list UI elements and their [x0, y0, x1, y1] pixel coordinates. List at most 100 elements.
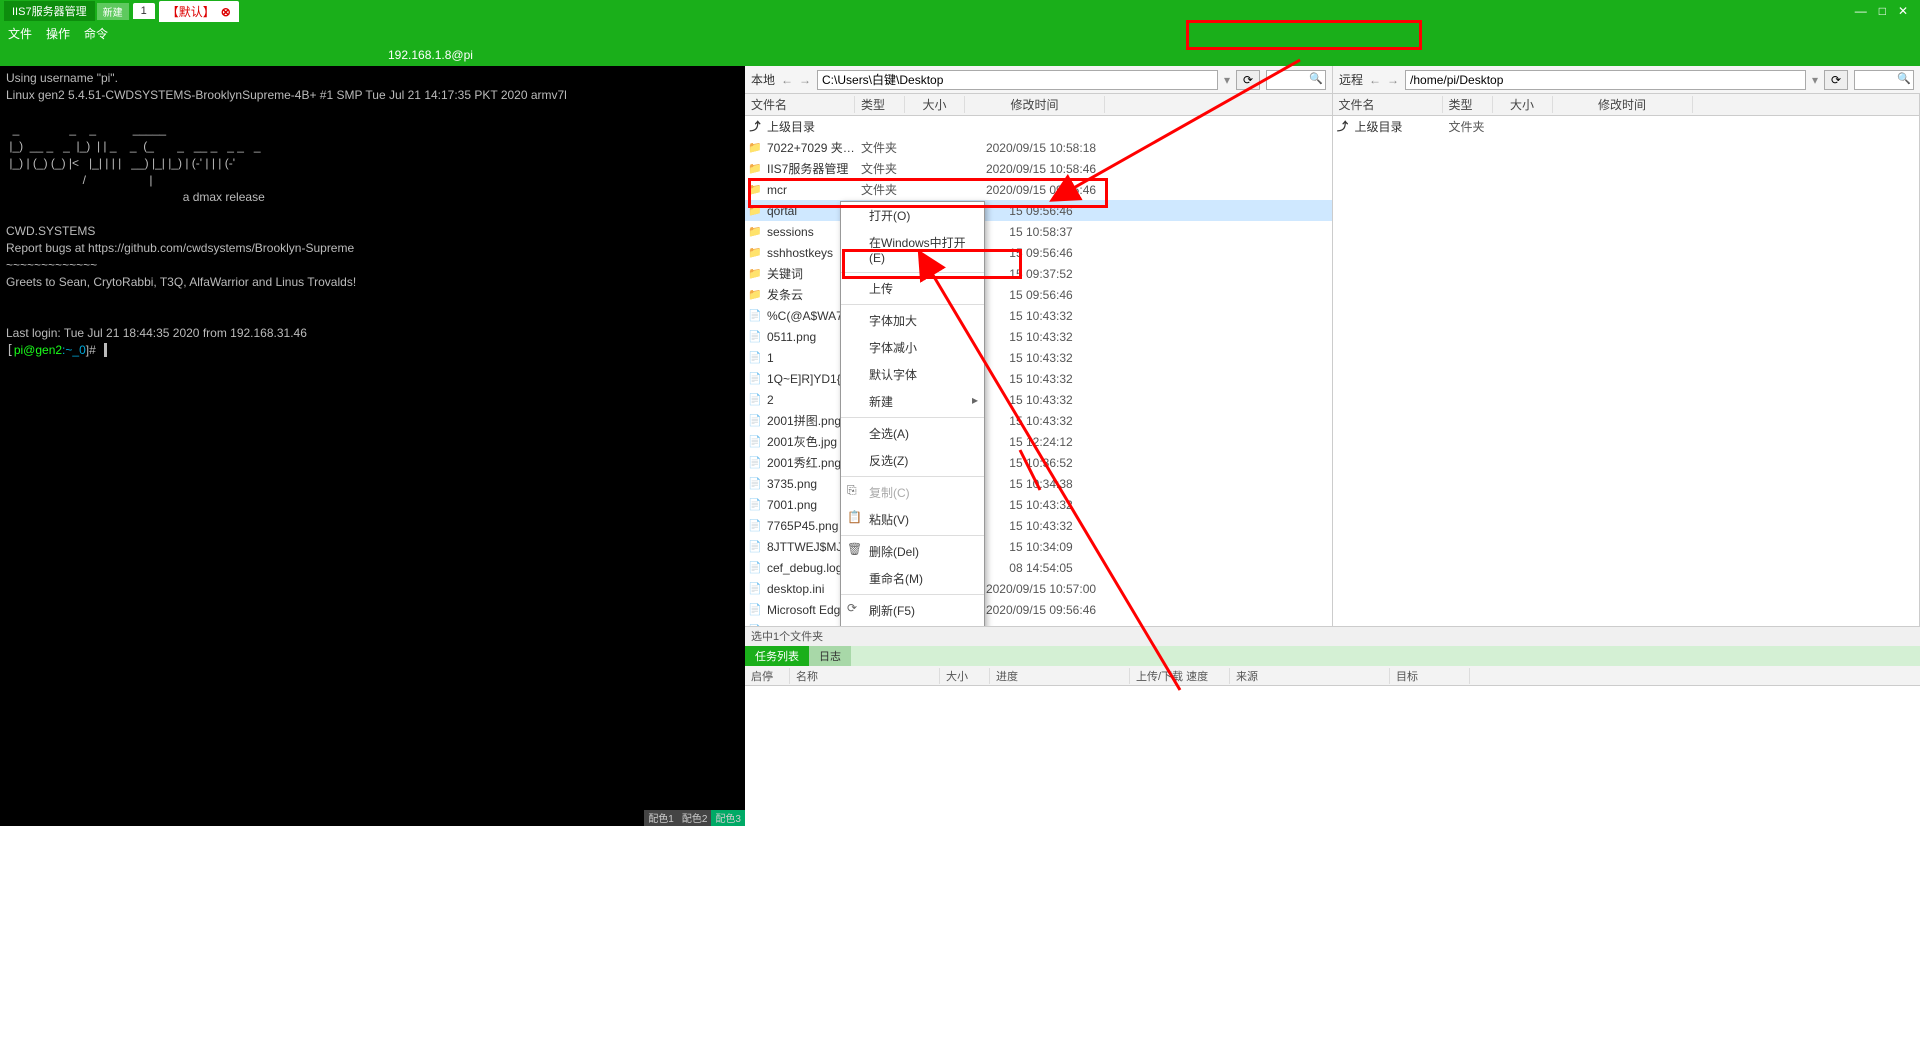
file-row[interactable]: 📄115 10:43:32 — [745, 347, 1332, 368]
file-row[interactable]: 📄cef_debug.log08 14:54:05 — [745, 557, 1332, 578]
file-row[interactable]: 📁IIS7服务器管理文件夹2020/09/15 10:58:46 — [745, 158, 1332, 179]
local-pane: 文件名 类型 大小 修改时间 ⤴上级目录📁7022+7029 夹克：文件夹202… — [745, 94, 1333, 626]
local-path-input[interactable] — [817, 70, 1218, 90]
file-icon: 📄 — [747, 392, 763, 408]
file-row[interactable]: 📁qortal15 09:56:46 — [745, 200, 1332, 221]
file-row[interactable]: 📄O2EX_W3H'KHW.JPG13kB2020/09/15 10:34:21 — [745, 620, 1332, 626]
col-name[interactable]: 文件名 — [745, 96, 855, 113]
col-size[interactable]: 大小 — [1493, 96, 1553, 113]
col-name[interactable]: 文件名 — [1333, 96, 1443, 113]
arrow-right-icon[interactable]: → — [1387, 73, 1399, 87]
menu-item[interactable]: 📋粘贴(V) — [841, 506, 984, 533]
arrow-left-icon[interactable]: ← — [1369, 73, 1381, 87]
folder-icon: 📁 — [747, 203, 763, 219]
file-row[interactable]: 📄8JTTWEJ$MJ3AQ15 10:34:09 — [745, 536, 1332, 557]
menu-item[interactable]: 🗑删除(Del) — [841, 538, 984, 565]
file-row[interactable]: 📁7022+7029 夹克：文件夹2020/09/15 10:58:18 — [745, 137, 1332, 158]
menu-bar: 文件 操作 命令 — [0, 22, 1920, 44]
app-name: IIS7服务器管理 — [4, 1, 95, 21]
menu-item[interactable]: ⎘复制(C) — [841, 479, 984, 506]
file-row[interactable]: 📄2001秀红.png15 10:36:52 — [745, 452, 1332, 473]
maximize-icon[interactable]: □ — [1879, 4, 1886, 18]
tab-log[interactable]: 日志 — [809, 646, 851, 666]
menu-icon: ⟳ — [847, 601, 857, 615]
col-type[interactable]: 类型 — [1443, 96, 1493, 113]
tab-1[interactable]: 1 — [133, 3, 155, 19]
file-row[interactable]: 📄7001.png15 10:43:32 — [745, 494, 1332, 515]
file-icon: 📄 — [747, 539, 763, 555]
file-row[interactable]: 📄2001灰色.jpg15 12:24:12 — [745, 431, 1332, 452]
close-icon[interactable]: ⊗ — [221, 5, 231, 19]
up-dir-row[interactable]: ⤴ 上级目录 文件夹 — [1333, 116, 1920, 137]
submenu-icon: ▸ — [972, 393, 978, 407]
file-row[interactable]: 📁sshhostkeys15 09:56:46 — [745, 242, 1332, 263]
minimize-icon[interactable]: — — [1855, 4, 1867, 18]
menu-item[interactable]: 字体减小 — [841, 334, 984, 361]
menu-item[interactable]: 反选(Z) — [841, 447, 984, 474]
folder-icon: 📁 — [747, 266, 763, 282]
menu-cmd[interactable]: 命令 — [84, 25, 108, 42]
color-tab-1[interactable]: 配色1 — [644, 810, 678, 826]
file-icon: 📄 — [747, 476, 763, 492]
file-icon: 📄 — [747, 413, 763, 429]
menu-item[interactable]: 在Windows中打开(E) — [841, 229, 984, 270]
file-row[interactable]: 📄Microsoft Edge.ln.lnk14502020/09/15 09:… — [745, 599, 1332, 620]
folder-icon: 📁 — [747, 287, 763, 303]
close-window-icon[interactable]: ✕ — [1898, 4, 1908, 18]
file-row[interactable]: 📄0511.png15 10:43:32 — [745, 326, 1332, 347]
col-type[interactable]: 类型 — [855, 96, 905, 113]
file-icon: 📄 — [747, 308, 763, 324]
file-row[interactable]: 📁sessions15 10:58:37 — [745, 221, 1332, 242]
terminal[interactable]: Using username "pi". Linux gen2 5.4.51-C… — [0, 66, 745, 826]
remote-file-list[interactable]: ⤴ 上级目录 文件夹 — [1333, 116, 1920, 626]
file-row[interactable]: 📄%C(@A$WA7FBI15 10:43:32 — [745, 305, 1332, 326]
file-row[interactable]: 📄2001拼图.png15 10:43:32 — [745, 410, 1332, 431]
color-tab-2[interactable]: 配色2 — [678, 810, 712, 826]
file-icon: 📄 — [747, 434, 763, 450]
terminal-color-tabs: 配色1 配色2 配色3 — [0, 810, 745, 826]
color-tab-3[interactable]: 配色3 — [711, 810, 745, 826]
file-row[interactable]: 📁发条云15 09:56:46 — [745, 284, 1332, 305]
menu-item[interactable]: 新建▸ — [841, 388, 984, 415]
file-row[interactable]: 📄7765P45.png15 10:43:32 — [745, 515, 1332, 536]
menu-item[interactable]: 全选(A) — [841, 420, 984, 447]
up-icon: ⤴ — [747, 119, 763, 135]
file-row[interactable]: 📄desktop.ini.ini2822020/09/15 10:57:00 — [745, 578, 1332, 599]
local-refresh-button[interactable]: ⟳ — [1236, 70, 1260, 90]
file-row[interactable]: 📄215 10:43:32 — [745, 389, 1332, 410]
menu-item[interactable]: ⟳刷新(F5) — [841, 597, 984, 624]
menu-operate[interactable]: 操作 — [46, 25, 70, 42]
arrow-left-icon[interactable]: ← — [781, 73, 793, 87]
up-dir-row[interactable]: ⤴上级目录 — [745, 116, 1332, 137]
new-tab-button[interactable]: 新建 — [97, 3, 129, 20]
context-menu: 打开(O)在Windows中打开(E) 上传字体加大字体减小默认字体新建▸ 全选(A… — [840, 201, 985, 626]
status-bar: 选中1个文件夹 — [745, 626, 1920, 646]
menu-item[interactable]: 重命名(M) — [841, 565, 984, 592]
menu-icon: ⎘ — [847, 483, 857, 498]
menu-item[interactable]: 打开(O) — [841, 202, 984, 229]
remote-path-input[interactable] — [1405, 70, 1806, 90]
local-file-list[interactable]: ⤴上级目录📁7022+7029 夹克：文件夹2020/09/15 10:58:1… — [745, 116, 1332, 626]
menu-file[interactable]: 文件 — [8, 25, 32, 42]
arrow-right-icon[interactable]: → — [799, 73, 811, 87]
local-search-input[interactable] — [1266, 70, 1326, 90]
menu-item[interactable]: 字体加大 — [841, 307, 984, 334]
remote-pane: 文件名 类型 大小 修改时间 ⤴ 上级目录 文件夹 — [1333, 94, 1920, 626]
file-row[interactable]: 📁mcr文件夹2020/09/15 09:56:46 — [745, 179, 1332, 200]
col-date[interactable]: 修改时间 — [965, 96, 1105, 113]
tab-default[interactable]: 【默认】⊗ — [159, 1, 239, 22]
file-icon: 📄 — [747, 560, 763, 576]
col-date[interactable]: 修改时间 — [1553, 96, 1693, 113]
tab-tasks[interactable]: 任务列表 — [745, 646, 809, 666]
file-icon: 📄 — [747, 518, 763, 534]
menu-item[interactable]: 默认字体 — [841, 361, 984, 388]
menu-icon: 📋 — [847, 510, 862, 524]
remote-search-input[interactable] — [1854, 70, 1914, 90]
col-size[interactable]: 大小 — [905, 96, 965, 113]
file-row[interactable]: 📁关键词15 09:37:52 — [745, 263, 1332, 284]
file-row[interactable]: 📄3735.png15 10:34:38 — [745, 473, 1332, 494]
menu-item[interactable]: 上传 — [841, 275, 984, 302]
file-row[interactable]: 📄1Q~E]R]YD1{9RE15 10:43:32 — [745, 368, 1332, 389]
title-bar: IIS7服务器管理 新建 1 【默认】⊗ — □ ✕ — [0, 0, 1920, 22]
remote-refresh-button[interactable]: ⟳ — [1824, 70, 1848, 90]
